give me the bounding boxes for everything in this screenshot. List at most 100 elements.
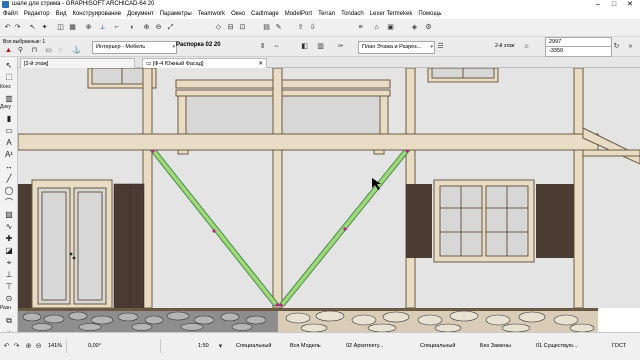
structure-display[interactable]: Специальный bbox=[236, 341, 271, 351]
height-icon[interactable]: ⇕ bbox=[258, 42, 267, 51]
redo-icon[interactable]: ↷ bbox=[13, 23, 22, 32]
minimize-button[interactable]: – bbox=[592, 0, 604, 9]
group-icon[interactable]: ▣ bbox=[386, 23, 395, 32]
3d-view-icon[interactable]: ◇ bbox=[214, 23, 223, 32]
settings-icon[interactable]: ⚙ bbox=[424, 23, 433, 32]
fill-icon[interactable]: ▨ bbox=[3, 209, 15, 220]
pen-icon[interactable]: ✑ bbox=[336, 42, 345, 51]
menu-edit[interactable]: Редактор bbox=[21, 9, 53, 19]
menu-tondach[interactable]: Tondach bbox=[338, 9, 367, 19]
width-icon[interactable]: ⇔ bbox=[272, 42, 281, 51]
marquee-icon[interactable]: ⬚ bbox=[3, 71, 15, 82]
pen-set[interactable]: Специальный bbox=[420, 341, 455, 351]
text-icon[interactable]: A bbox=[3, 137, 15, 148]
camera-icon[interactable]: ⌖ bbox=[3, 257, 15, 268]
menu-window[interactable]: Окно bbox=[228, 9, 248, 19]
anchor-icon[interactable]: ⚓ bbox=[72, 46, 81, 55]
rotate-icon[interactable]: ↻ bbox=[612, 42, 621, 51]
beam-icon[interactable]: ▭ bbox=[3, 125, 15, 136]
graphic-override[interactable]: Без Замены bbox=[480, 341, 511, 351]
more-icon[interactable]: » bbox=[626, 42, 635, 51]
architecture-layer-set[interactable]: 02 Архитекту... bbox=[346, 341, 383, 351]
measure-icon[interactable]: ⌐ bbox=[112, 23, 121, 32]
elevation-icon[interactable]: ⊤ bbox=[3, 281, 15, 292]
layer-icon[interactable]: ◫ bbox=[56, 23, 65, 32]
selection-icon[interactable]: ▲ bbox=[4, 46, 13, 55]
object-icon[interactable]: ⧉ bbox=[3, 315, 15, 326]
grid-icon[interactable]: ▦ bbox=[68, 23, 77, 32]
column-icon[interactable]: ▮ bbox=[3, 113, 15, 124]
menu-terran[interactable]: Terran bbox=[315, 9, 338, 19]
dimension-standard[interactable]: ГОСТ bbox=[612, 341, 626, 351]
curved-beam-icon[interactable]: ◌ bbox=[56, 46, 65, 55]
elevation-view-icon[interactable]: ⊡ bbox=[238, 23, 247, 32]
trace-icon[interactable]: ◐ bbox=[128, 23, 137, 32]
teamwork-receive-icon[interactable]: ⇩ bbox=[308, 23, 317, 32]
coord-bottom-field[interactable]: -3350 bbox=[545, 46, 612, 57]
spline-icon[interactable]: ∿ bbox=[3, 221, 15, 232]
teamwork-send-icon[interactable]: ⇪ bbox=[296, 23, 305, 32]
elevation-drawing[interactable] bbox=[18, 68, 640, 332]
zoom-out-icon[interactable]: ⊖ bbox=[34, 342, 43, 351]
upper-window-right bbox=[427, 68, 499, 83]
lock-icon[interactable]: ⌂ bbox=[372, 23, 381, 32]
figure-icon[interactable]: ◪ bbox=[3, 245, 15, 256]
zoom-icon[interactable]: ⊕ bbox=[24, 342, 33, 351]
guideline-icon[interactable]: ⟂ bbox=[98, 23, 107, 32]
fit-window-icon[interactable]: ⤢ bbox=[166, 23, 175, 32]
close-button[interactable]: ✕ bbox=[624, 0, 636, 9]
zoom-level[interactable]: 141% bbox=[48, 341, 62, 351]
cube-icon[interactable]: ◈ bbox=[410, 23, 419, 32]
menu-lexer[interactable]: Lexer Termekek bbox=[367, 9, 416, 19]
hotspot-icon[interactable]: ✚ bbox=[3, 233, 15, 244]
drawing-scale[interactable]: 1:50 bbox=[198, 341, 209, 351]
menu-design[interactable]: Конструирование bbox=[69, 9, 124, 19]
menu-file[interactable]: Файл bbox=[0, 9, 21, 19]
profile-icon[interactable]: ◧ bbox=[300, 42, 309, 51]
arrow-select-icon[interactable]: ↖ bbox=[3, 60, 15, 71]
layer-combo[interactable]: План Этажа и Разрез... ▾ bbox=[358, 41, 435, 54]
menu-modelport[interactable]: ModelPort bbox=[282, 9, 315, 19]
surface-icon[interactable]: ▥ bbox=[316, 42, 325, 51]
menu-teamwork[interactable]: Teamwork bbox=[195, 9, 228, 19]
pointer-icon[interactable]: ↖ bbox=[28, 23, 37, 32]
undo-icon[interactable]: ↶ bbox=[3, 23, 12, 32]
rotation-angle[interactable]: 0,00° bbox=[88, 341, 101, 351]
magic-wand-icon[interactable]: ✦ bbox=[40, 23, 49, 32]
drawing-canvas[interactable] bbox=[18, 68, 640, 332]
arc-icon[interactable]: ◯ bbox=[3, 185, 15, 196]
renovation-filter[interactable]: 01 Существую... bbox=[536, 341, 577, 351]
render-icon[interactable]: ✎ bbox=[274, 23, 283, 32]
detail-icon[interactable]: ⊙ bbox=[3, 293, 15, 304]
line-icon[interactable]: ╱ bbox=[3, 173, 15, 184]
eyedropper-icon[interactable]: ⚲ bbox=[16, 46, 25, 55]
favorites-combo[interactable]: Интерьер - Мебель ▾ bbox=[92, 41, 177, 54]
left-shutter-outer bbox=[18, 184, 32, 308]
align-icon[interactable]: ≡ bbox=[356, 23, 365, 32]
section-view-icon[interactable]: ⊟ bbox=[226, 23, 235, 32]
zoom-in-icon[interactable]: ⊕ bbox=[142, 23, 151, 32]
layer-settings-icon[interactable]: ☰ bbox=[436, 42, 445, 51]
menu-help[interactable]: Помощь bbox=[415, 9, 444, 19]
zoom-out-icon[interactable]: ⊖ bbox=[154, 23, 163, 32]
tab-south-elevation-label: [Ф-4 Южный Фасад] bbox=[152, 61, 204, 67]
maximize-button[interactable]: □ bbox=[608, 0, 620, 9]
model-view[interactable]: Вся Модель bbox=[290, 341, 321, 351]
snap-icon[interactable]: ⊕ bbox=[84, 23, 93, 32]
straight-beam-icon[interactable]: ▭ bbox=[44, 46, 53, 55]
geometry-method-icon[interactable]: ⊓ bbox=[30, 46, 39, 55]
menu-options[interactable]: Параметры bbox=[157, 9, 195, 19]
label-icon[interactable]: A¹ bbox=[3, 149, 15, 160]
menu-view[interactable]: Вид bbox=[53, 9, 70, 19]
menu-cadimage[interactable]: CadImage bbox=[248, 9, 282, 19]
wall-icon[interactable]: ▥ bbox=[3, 93, 15, 104]
undo-zoom-icon[interactable]: ↶ bbox=[2, 342, 11, 351]
redo-zoom-icon[interactable]: ↷ bbox=[12, 342, 21, 351]
menu-document[interactable]: Документ bbox=[124, 9, 157, 19]
section-icon[interactable]: ⊥ bbox=[3, 269, 15, 280]
dimension-icon[interactable]: ↔ bbox=[3, 161, 15, 172]
home-story-icon[interactable]: ⌂ bbox=[522, 42, 531, 51]
chevron-down-icon[interactable]: ▾ bbox=[216, 342, 225, 351]
polyline-icon[interactable]: ⌒ bbox=[3, 197, 15, 208]
publish-icon[interactable]: ▤ bbox=[262, 23, 271, 32]
